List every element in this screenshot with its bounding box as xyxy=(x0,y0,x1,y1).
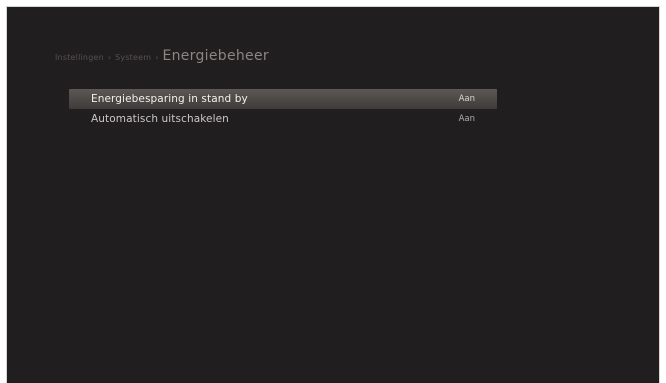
breadcrumb: Instellingen › Systeem › Energiebeheer xyxy=(55,48,269,64)
page-title: Energiebeheer xyxy=(162,48,269,64)
settings-menu: Energiebesparing in stand by Aan Automat… xyxy=(69,89,497,129)
breadcrumb-separator: › xyxy=(155,53,159,62)
menu-item-label: Energiebesparing in stand by xyxy=(91,93,248,105)
menu-item-energy-saving-standby[interactable]: Energiebesparing in stand by Aan xyxy=(69,89,497,109)
breadcrumb-separator: › xyxy=(107,53,112,62)
menu-item-label: Automatisch uitschakelen xyxy=(91,113,229,125)
menu-item-value: Aan xyxy=(458,94,475,104)
tv-screen: Instellingen › Systeem › Energiebeheer E… xyxy=(6,6,660,383)
breadcrumb-item-instellingen[interactable]: Instellingen xyxy=(55,53,104,62)
breadcrumb-item-systeem[interactable]: Systeem xyxy=(115,53,151,62)
menu-item-auto-power-off[interactable]: Automatisch uitschakelen Aan xyxy=(69,109,497,129)
menu-item-value: Aan xyxy=(458,114,475,124)
